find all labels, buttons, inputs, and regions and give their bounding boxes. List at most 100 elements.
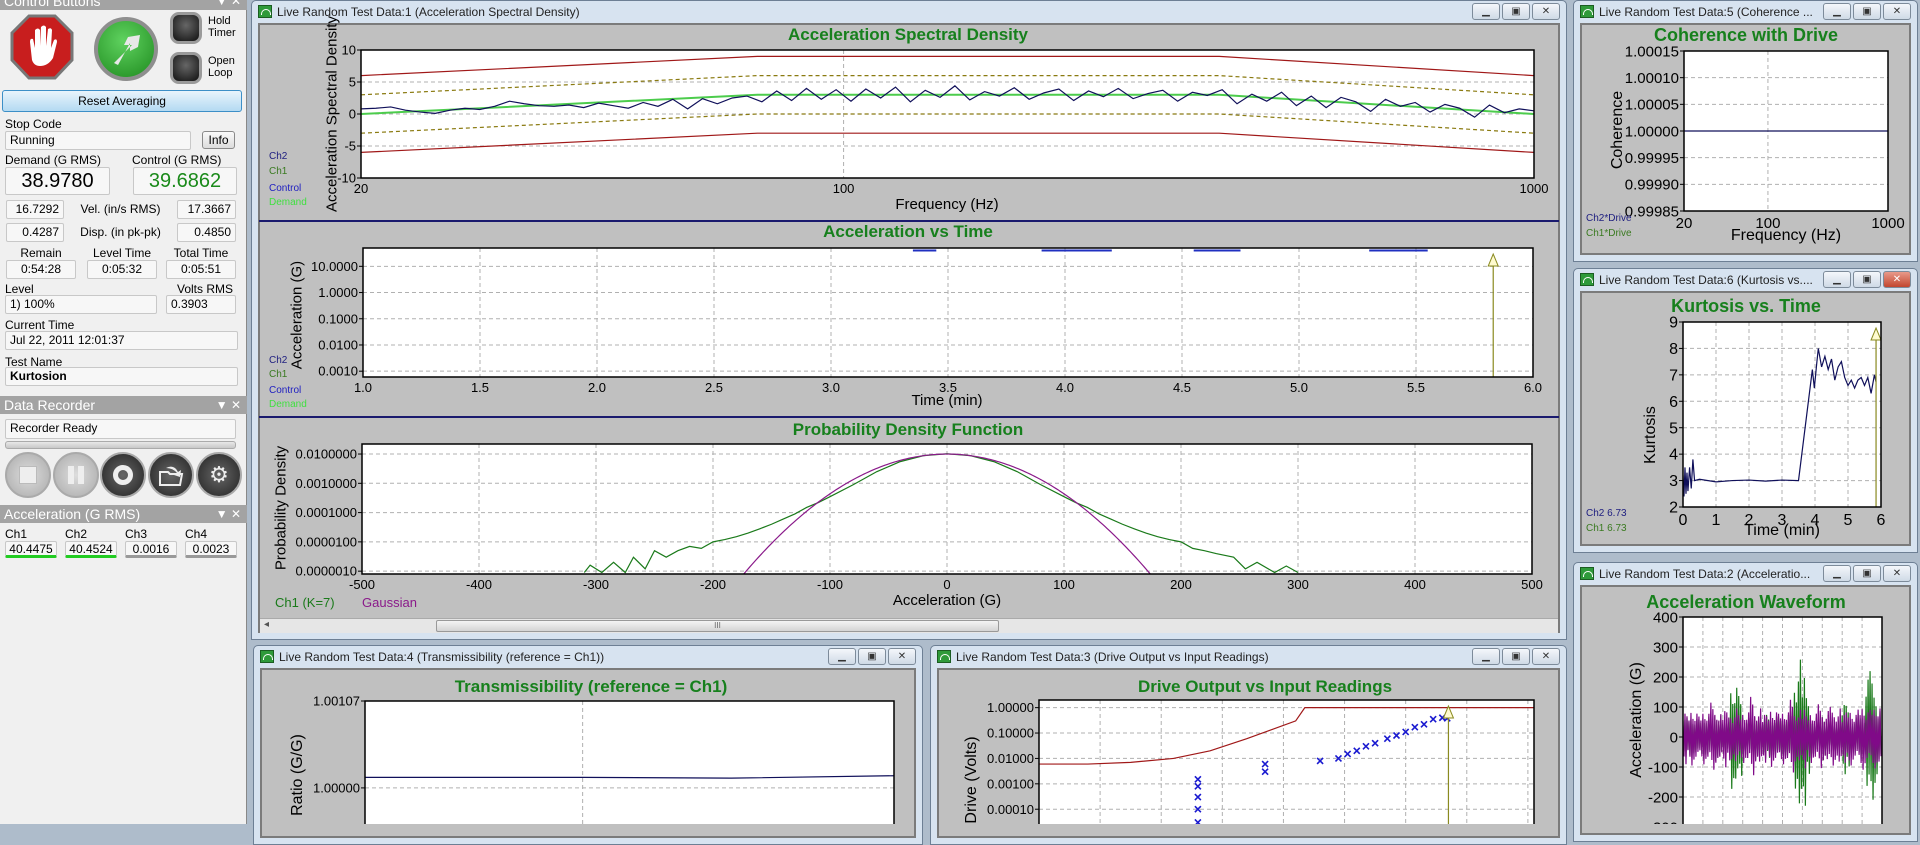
coherence-window: Live Random Test Data:5 (Coherence ... ▁… — [1573, 0, 1918, 262]
window-title-bar[interactable]: Live Random Test Data:1 (Acceleration Sp… — [252, 1, 1566, 23]
panel-title: Data Recorder — [4, 397, 96, 413]
disp-label: Disp. (in pk-pk) — [80, 225, 161, 239]
close-button[interactable]: ✕ — [1883, 271, 1911, 288]
minimize-button[interactable]: ▁ — [1472, 3, 1500, 20]
demand-value: 38.9780 — [5, 167, 110, 195]
chart-area — [1580, 23, 1911, 255]
close-icon[interactable]: ▼ ✕ — [216, 505, 241, 523]
level-value: 1) 100% — [5, 295, 157, 314]
vel-control-value: 17.3667 — [177, 200, 236, 219]
kurtosis-window: Live Random Test Data:6 (Kurtosis vs....… — [1573, 268, 1918, 553]
window-title-bar[interactable]: Live Random Test Data:4 (Transmissibilit… — [254, 646, 922, 668]
close-button[interactable]: ✕ — [1532, 3, 1560, 20]
minimize-button[interactable]: ▁ — [1823, 565, 1851, 582]
current-time-value: Jul 22, 2011 12:01:37 — [5, 331, 238, 350]
recorder-open-button[interactable] — [148, 452, 194, 498]
window-title: Live Random Test Data:4 (Transmissibilit… — [279, 650, 605, 664]
level-label: Level — [5, 282, 34, 296]
level-time-label: Level Time — [92, 246, 152, 260]
control-buttons-header: Control Buttons ▼ ✕ — [0, 0, 247, 10]
recorder-progress-bar — [5, 441, 236, 449]
disp-demand-value: 0.4287 — [6, 223, 64, 242]
reset-averaging-button[interactable]: Reset Averaging — [2, 90, 242, 112]
stop-button[interactable] — [10, 14, 74, 80]
control-label: Control (G RMS) — [132, 153, 222, 167]
minimize-button[interactable]: ▁ — [1472, 648, 1500, 665]
volts-rms-label: Volts RMS — [177, 282, 234, 296]
window-title-bar[interactable]: Live Random Test Data:3 (Drive Output vs… — [931, 646, 1566, 668]
vel-label: Vel. (in/s RMS) — [80, 202, 161, 216]
restore-button[interactable]: ▣ — [1853, 271, 1881, 288]
channel-label: Ch1 — [5, 527, 28, 541]
window-title: Live Random Test Data:1 (Acceleration Sp… — [277, 5, 580, 19]
channel-rms-value: 0.0023 — [185, 541, 237, 558]
window-title: Live Random Test Data:6 (Kurtosis vs.... — [1599, 273, 1813, 287]
window-title: Live Random Test Data:2 (Acceleratio... — [1599, 567, 1811, 581]
chart-window-icon — [258, 5, 272, 18]
window-title-bar[interactable]: Live Random Test Data:6 (Kurtosis vs....… — [1574, 269, 1917, 291]
window-title: Live Random Test Data:3 (Drive Output vs… — [956, 650, 1269, 664]
restore-button[interactable]: ▣ — [1853, 565, 1881, 582]
open-loop-toggle[interactable] — [170, 52, 202, 84]
restore-button[interactable]: ▣ — [1853, 3, 1881, 20]
close-button[interactable]: ✕ — [1532, 648, 1560, 665]
level-time-value: 0:05:32 — [87, 260, 157, 279]
stop-icon — [19, 466, 37, 484]
hold-timer-toggle[interactable] — [170, 12, 202, 44]
chart-window-icon — [260, 650, 274, 663]
control-value: 39.6862 — [133, 167, 237, 195]
chart-window-icon — [937, 650, 951, 663]
stop-code-field: Running — [5, 131, 191, 150]
restore-button[interactable]: ▣ — [1502, 648, 1530, 665]
minimize-button[interactable]: ▁ — [1823, 271, 1851, 288]
scrollbar-thumb[interactable]: III — [436, 620, 999, 632]
recorder-pause-button[interactable] — [53, 452, 99, 498]
close-icon[interactable]: ▼ ✕ — [216, 0, 241, 10]
close-button[interactable]: ✕ — [1883, 565, 1911, 582]
chart-window-icon — [1580, 567, 1594, 580]
channel-rms-value: 40.4475 — [5, 541, 57, 558]
total-time-value: 0:05:51 — [166, 260, 236, 279]
arrow-up-right-icon — [114, 35, 140, 65]
open-loop-label: Open Loop — [208, 55, 235, 79]
window-title: Live Random Test Data:5 (Coherence ... — [1599, 5, 1813, 19]
vel-demand-value: 16.7292 — [6, 200, 64, 219]
chart-area — [1580, 291, 1911, 546]
transmissibility-window: Live Random Test Data:4 (Transmissibilit… — [253, 645, 923, 845]
asd-window: Live Random Test Data:1 (Acceleration Sp… — [251, 0, 1567, 640]
restore-button[interactable]: ▣ — [858, 648, 886, 665]
close-button[interactable]: ✕ — [1883, 3, 1911, 20]
recorder-record-button[interactable] — [100, 452, 146, 498]
minimize-button[interactable]: ▁ — [1823, 3, 1851, 20]
current-time-label: Current Time — [5, 318, 75, 332]
remain-label: Remain — [20, 246, 62, 260]
recorder-settings-button[interactable]: ⚙ — [196, 452, 242, 498]
stop-code-label: Stop Code — [5, 117, 62, 131]
plot-divider — [259, 220, 1559, 222]
close-button[interactable]: ✕ — [888, 648, 916, 665]
restore-button[interactable]: ▣ — [1502, 3, 1530, 20]
total-time-label: Total Time — [173, 246, 229, 260]
info-button[interactable]: Info — [202, 131, 235, 149]
horizontal-scrollbar[interactable]: ◂ III — [260, 618, 1558, 633]
channel-rms-value: 0.0016 — [125, 541, 177, 558]
start-button[interactable] — [94, 17, 158, 81]
chart-window-icon — [1580, 5, 1594, 18]
chart-area — [260, 668, 916, 838]
channel-rms-value: 40.4524 — [65, 541, 117, 558]
window-title-bar[interactable]: Live Random Test Data:5 (Coherence ... ▁… — [1574, 1, 1917, 23]
gears-icon: ⚙ — [209, 462, 229, 488]
recorder-status: Recorder Ready — [5, 419, 236, 439]
minimize-button[interactable]: ▁ — [828, 648, 856, 665]
volts-rms-value: 0.3903 — [166, 295, 236, 314]
close-icon[interactable]: ▼ ✕ — [216, 396, 241, 414]
window-title-bar[interactable]: Live Random Test Data:2 (Acceleratio... … — [1574, 563, 1917, 585]
control-panel: Control Buttons ▼ ✕ Hold Timer Open Loop … — [0, 0, 247, 824]
plot-divider — [259, 416, 1559, 418]
acceleration-rms-header: Acceleration (G RMS) ▼ ✕ — [0, 505, 247, 523]
chart-area — [1580, 585, 1911, 835]
channel-label: Ch4 — [185, 527, 208, 541]
panel-title: Control Buttons — [4, 0, 101, 9]
recorder-stop-button[interactable] — [5, 452, 51, 498]
scroll-left-arrow-icon[interactable]: ◂ — [264, 619, 269, 630]
